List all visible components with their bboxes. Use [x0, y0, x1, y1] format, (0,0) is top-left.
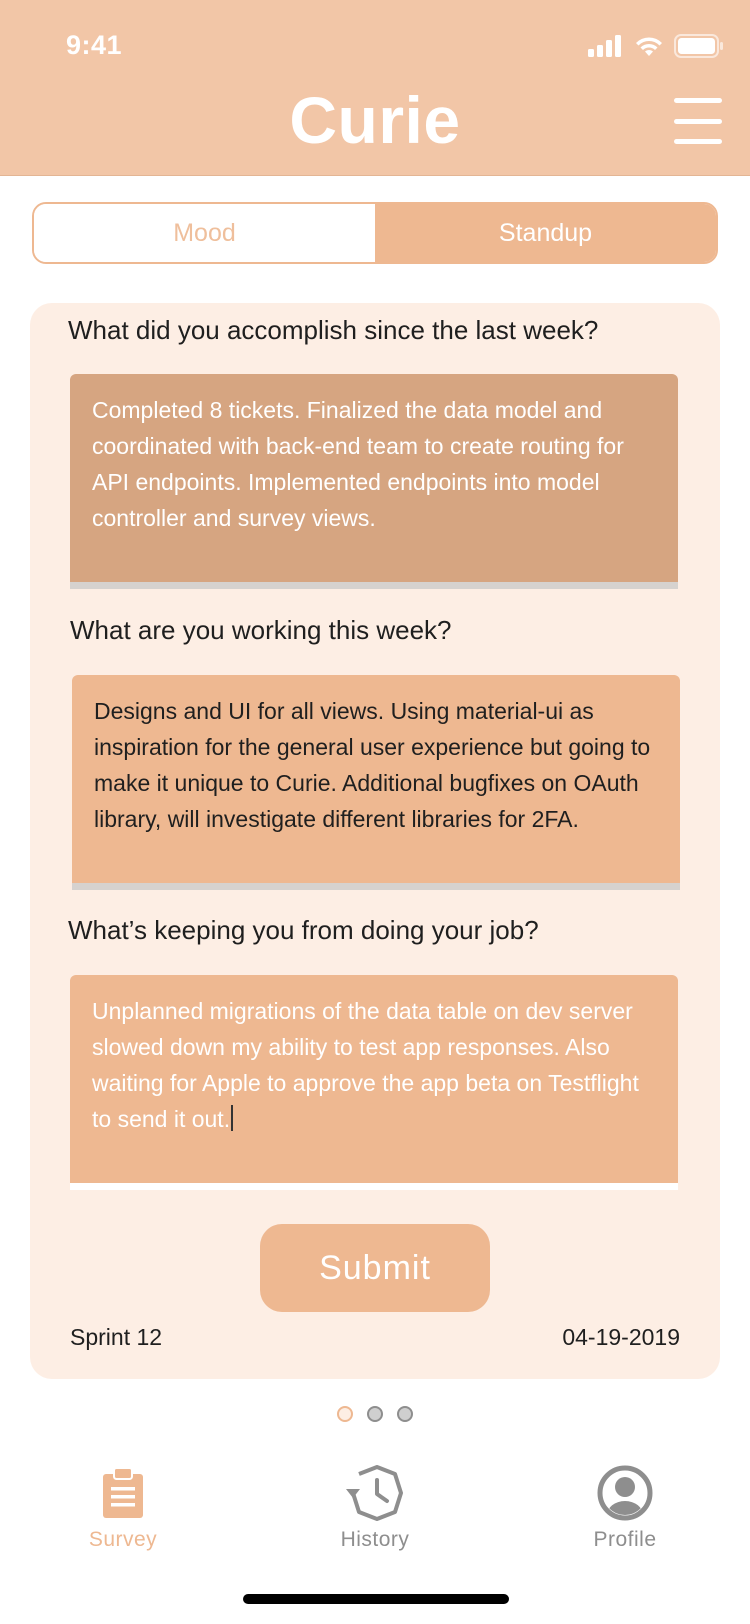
answer-accomplished-underline [70, 582, 678, 589]
answer-blockers-text: Unplanned migrations of the data table o… [92, 998, 639, 1132]
profile-icon [597, 1460, 653, 1526]
segmented-control: Mood Standup [32, 202, 718, 264]
answer-accomplished-field[interactable]: Completed 8 tickets. Finalized the data … [70, 374, 678, 582]
app-title: Curie [289, 83, 461, 157]
sprint-label: Sprint 12 [70, 1324, 163, 1350]
history-icon [345, 1460, 405, 1526]
clipboard-icon [101, 1460, 145, 1526]
tab-standup[interactable]: Standup [375, 204, 716, 262]
battery-icon [674, 34, 723, 58]
survey-date: 04-19-2019 [562, 1324, 680, 1350]
app-header: 9:41 Curie [0, 0, 750, 176]
status-icons [588, 34, 724, 58]
answer-blockers-field[interactable]: Unplanned migrations of the data table o… [70, 975, 678, 1183]
nav-label-survey: Survey [88, 1528, 158, 1551]
page-dot[interactable] [367, 1406, 383, 1422]
answer-working-field[interactable]: Designs and UI for all views. Using mate… [72, 675, 680, 883]
text-cursor [231, 1105, 234, 1131]
tab-mood[interactable]: Mood [34, 204, 375, 262]
answer-accomplished-text: Completed 8 tickets. Finalized the data … [92, 397, 624, 531]
nav-label-profile: Profile [593, 1528, 657, 1551]
nav-label-history: History [340, 1528, 410, 1551]
status-time: 9:41 [66, 30, 123, 60]
question-accomplished: What did you accomplish since the last w… [68, 315, 599, 345]
nav-item-history[interactable]: History [295, 1460, 455, 1552]
answer-blockers-underline [70, 1183, 678, 1190]
hamburger-menu-icon[interactable] [674, 98, 722, 144]
answer-working-underline [72, 883, 680, 890]
home-indicator[interactable] [243, 1594, 509, 1604]
answer-working-text: Designs and UI for all views. Using mate… [94, 698, 651, 832]
page-dot[interactable] [397, 1406, 413, 1422]
cellular-signal-icon [588, 35, 621, 57]
nav-item-survey[interactable]: Survey [43, 1460, 203, 1552]
question-working: What are you working this week? [70, 615, 452, 645]
page-dot-active[interactable] [337, 1406, 353, 1422]
survey-card: What did you accomplish since the last w… [30, 303, 720, 1379]
bottom-nav: Survey History Profile [0, 1460, 750, 1560]
page-indicator [337, 1406, 413, 1422]
submit-button[interactable]: Submit [260, 1224, 490, 1312]
question-blockers: What’s keeping you from doing your job? [68, 915, 539, 945]
wifi-icon [636, 37, 662, 56]
nav-item-profile[interactable]: Profile [545, 1460, 705, 1552]
